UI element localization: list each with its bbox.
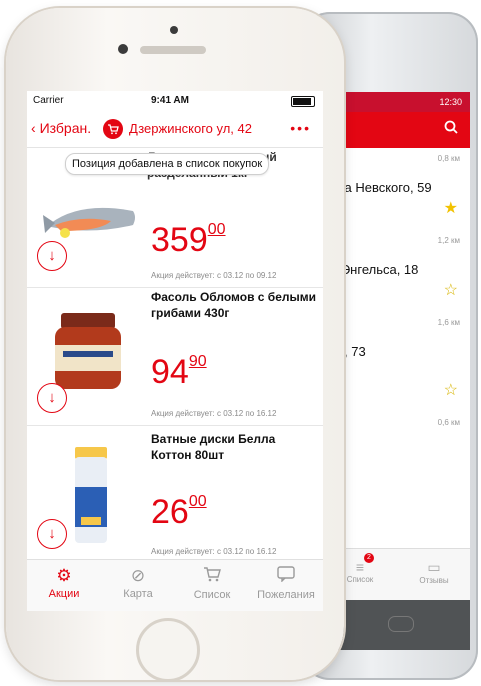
cart-icon[interactable] [103,119,123,139]
android-home-button[interactable] [388,616,414,632]
cotton-pads-image [71,447,111,543]
store-selector[interactable]: Дзержинского ул, 42 [129,121,252,136]
product-2-promo: Акция действует: с 03.12 по 16.12 [151,409,277,418]
android-tab-label: Отзывы [419,576,449,585]
add-to-list-button[interactable]: ↓ [37,519,67,549]
product-3-name: Ватные диски Белла Коттон 80шт [151,432,276,462]
status-time: 9:41 AM [151,95,189,106]
product-3-promo: Акция действует: с 03.12 по 16.12 [151,547,277,556]
product-3-price: 2600 [151,493,207,531]
tab-bar: ⚙ Акции ⊘ Карта Список Пожелания [27,559,323,611]
status-bar: Carrier 9:41 AM [27,91,323,111]
store-distance: 1,2 км [437,236,460,245]
tab-promotions[interactable]: ⚙ Акции [27,560,101,611]
star-outline-icon[interactable]: ☆ [444,380,458,400]
back-button[interactable]: ‹ Избран. [31,120,91,136]
tab-label: Список [193,589,231,601]
nav-bar: ‹ Избран. Дзержинского ул, 42 ••• [27,111,323,148]
star-filled-icon[interactable]: ★ [444,198,458,218]
android-status-time: 12:30 [439,97,462,107]
salmon-image [41,195,141,241]
tab-list[interactable]: Список [175,560,249,611]
more-icon[interactable]: ••• [290,120,311,136]
tab-map[interactable]: ⊘ Карта [101,560,175,611]
tab-wishes[interactable]: Пожелания [249,560,323,611]
product-2-price: 9490 [151,353,207,391]
store-distance: 1,6 км [437,318,460,327]
star-outline-icon[interactable]: ☆ [444,280,458,300]
tab-label: Карта [123,588,153,600]
divider [27,287,323,288]
store-row[interactable]: 1,6 км ва, 73 ☆ [322,312,470,413]
carrier-label: Carrier [33,95,64,106]
product-1-promo: Акция действует: с 03.12 по 09.12 [151,271,277,280]
home-button[interactable] [136,618,200,682]
android-tab-reviews[interactable]: ▭ Отзывы [404,549,464,600]
divider [27,425,323,426]
add-to-list-button[interactable]: ↓ [37,383,67,413]
android-tab-bar: ≡ Список 2 ▭ Отзывы [322,548,470,600]
earpiece-speaker [140,46,206,54]
store-row[interactable]: 0,8 км ира Невского, 59 ★ [322,148,470,231]
product-1-price: 35900 [151,221,226,259]
back-label: Избран. [39,120,92,136]
front-camera [170,26,178,34]
store-distance: 0,8 км [437,154,460,163]
percent-gear-icon: ⚙ [56,566,72,585]
list-badge: 2 [364,553,374,563]
store-distance: 0,6 км [437,418,460,427]
toast-message: Позиция добавлена в список покупок [65,153,270,175]
beans-jar-image [49,311,127,391]
store-address: ира Невского, 59 [330,180,432,195]
product-2-name: Фасоль Обломов с белыми грибами 430г [151,290,317,320]
sensor [118,44,128,54]
comment-icon: ▭ [427,559,441,575]
cart-icon [175,566,249,587]
chat-icon [249,566,323,587]
search-icon[interactable] [444,120,458,139]
store-row[interactable]: 1,2 км а Энгельса, 18 ☆ [322,230,470,313]
chevron-left-icon: ‹ [31,120,40,136]
iphone-screen: Carrier 9:41 AM ‹ Избран. Дзержинского у… [27,91,323,611]
store-row[interactable]: 0,6 км [322,412,470,548]
android-status-bar: 12:30 [322,92,470,112]
android-screen: 12:30 0,8 км ира Невского, 59 ★ 1,2 км а… [322,92,470,600]
android-toolbar [322,112,470,148]
battery-icon [291,96,315,107]
android-tab-label: Список [346,575,374,584]
tab-label: Пожелания [257,589,315,601]
add-to-list-button[interactable]: ↓ [37,241,67,271]
compass-icon: ⊘ [130,566,146,585]
tab-label: Акции [48,588,80,600]
